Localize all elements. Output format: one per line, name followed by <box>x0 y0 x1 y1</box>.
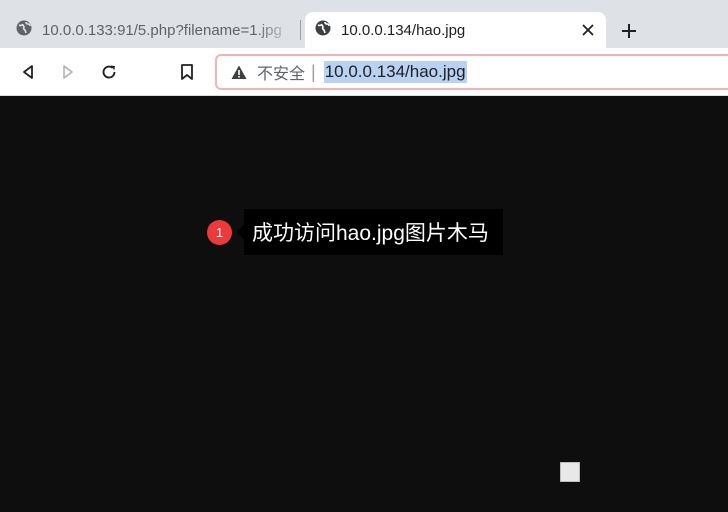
close-icon[interactable] <box>578 20 598 40</box>
annotation-callout: 成功访问hao.jpg图片木马 <box>236 209 503 255</box>
security-status-label[interactable]: 不安全 <box>257 60 305 84</box>
warning-icon[interactable] <box>231 64 247 80</box>
tab-strip: 10.0.0.133:91/5.php?filename=1.jpg 10.0.… <box>0 0 728 48</box>
forward-button[interactable] <box>56 60 80 84</box>
globe-icon <box>16 20 32 41</box>
url-text[interactable]: 10.0.0.134/hao.jpg <box>323 61 467 83</box>
tab-title: 10.0.0.134/hao.jpg <box>341 21 466 39</box>
bookmark-button[interactable] <box>175 60 199 84</box>
bookmark-icon <box>181 64 193 80</box>
page-content: 1 成功访问hao.jpg图片木马 <box>0 96 728 512</box>
globe-icon <box>315 20 331 41</box>
toolbar: 不安全 | 10.0.0.134/hao.jpg <box>0 48 728 96</box>
reload-button[interactable] <box>97 60 121 84</box>
annotation-badge: 1 <box>207 220 232 245</box>
broken-image-icon <box>560 462 580 482</box>
back-button[interactable] <box>16 60 40 84</box>
address-bar[interactable]: 不安全 | 10.0.0.134/hao.jpg <box>215 54 728 90</box>
forward-icon <box>63 65 73 79</box>
plus-icon <box>622 24 636 38</box>
tab-inactive[interactable]: 10.0.0.133:91/5.php?filename=1.jpg <box>0 12 300 48</box>
new-tab-button[interactable] <box>617 19 641 43</box>
tab-divider <box>300 20 301 40</box>
back-icon <box>23 65 33 79</box>
omnibox-separator: | <box>311 61 316 82</box>
tab-title: 10.0.0.133:91/5.php?filename=1.jpg <box>42 21 282 39</box>
reload-icon <box>102 65 116 79</box>
tab-active[interactable]: 10.0.0.134/hao.jpg <box>305 12 606 48</box>
